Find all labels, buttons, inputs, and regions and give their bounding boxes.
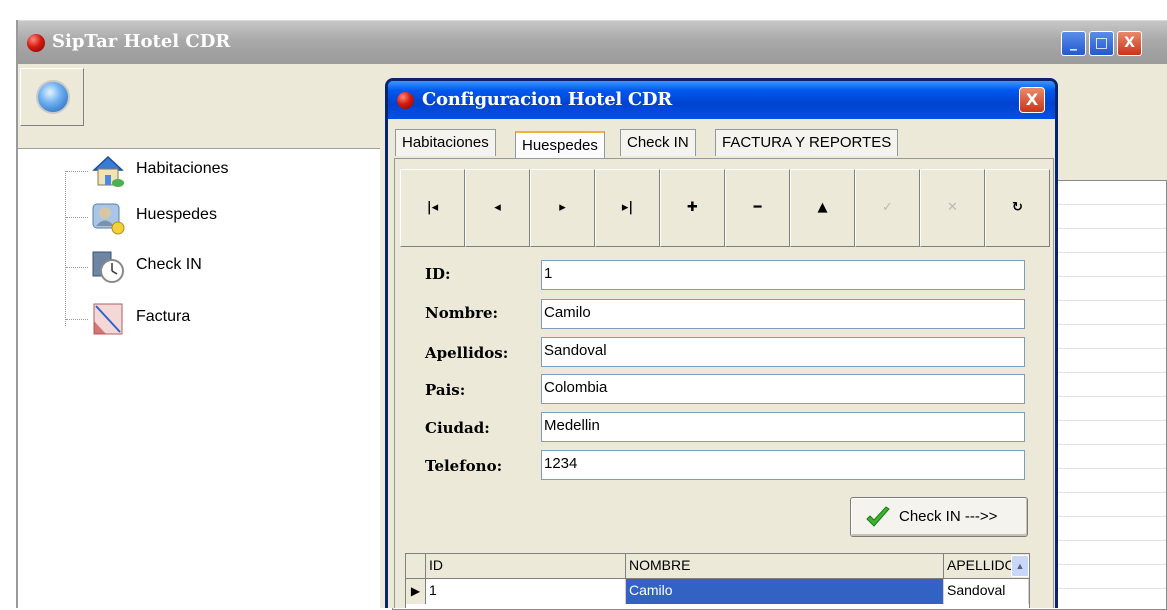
scroll-up-button[interactable]: ▲ (1011, 555, 1029, 577)
close-button[interactable]: X (1117, 31, 1142, 56)
tree-item-habitaciones[interactable]: Habitaciones (66, 151, 366, 191)
configuracion-dialog: Configuracion Hotel CDR X Habitaciones H… (385, 78, 1058, 608)
pais-field[interactable]: Colombia (541, 374, 1025, 404)
next-record-button[interactable]: ▸ (530, 169, 595, 247)
app-icon (27, 34, 45, 52)
insert-record-button[interactable]: ✚ (660, 169, 725, 247)
check-in-button-label: Check IN --->> (899, 508, 998, 525)
ciudad-field[interactable]: Medellin (541, 412, 1025, 442)
house-icon (92, 155, 124, 187)
tree-item-label: Check IN (136, 256, 202, 273)
tree-item-label: Huespedes (136, 206, 217, 223)
apellidos-label: Apellidos: (425, 344, 509, 362)
cancel-record-button[interactable]: ✕ (920, 169, 985, 247)
grid-cell-nombre[interactable]: Camilo (626, 579, 944, 604)
nombre-field[interactable]: Camilo (541, 299, 1025, 329)
checkmark-icon (866, 506, 890, 527)
id-label: ID: (425, 265, 451, 283)
id-field[interactable]: 1 (541, 260, 1025, 290)
dialog-close-button[interactable]: X (1019, 87, 1045, 113)
tab-habitaciones[interactable]: Habitaciones (395, 129, 496, 156)
tree-item-huespedes[interactable]: Huespedes (66, 197, 366, 237)
post-record-button[interactable]: ✓ (855, 169, 920, 247)
refresh-button[interactable]: ↻ (985, 169, 1050, 247)
telefono-field[interactable]: 1234 (541, 450, 1025, 480)
delete-record-button[interactable]: ━ (725, 169, 790, 247)
tab-huespedes[interactable]: Huespedes (515, 131, 605, 159)
tree-item-label: Factura (136, 308, 191, 325)
dialog-app-icon (397, 92, 414, 109)
check-in-button[interactable]: Check IN --->> (850, 497, 1028, 537)
tree-item-label: Habitaciones (136, 160, 229, 177)
telefono-label: Telefono: (425, 457, 503, 475)
huespedes-tab-page: |◂ ◂ ▸ ▸| ✚ ━ ▲ ✓ ✕ ↻ ID: 1 Nombre: Cami… (394, 158, 1054, 608)
db-navigator: |◂ ◂ ▸ ▸| ✚ ━ ▲ ✓ ✕ ↻ (400, 169, 1050, 247)
grid-cell-id[interactable]: 1 (426, 579, 626, 604)
huespedes-grid[interactable]: ID NOMBRE APELLIDO ▲ ▶ 1 Camilo Sandoval (405, 553, 1030, 608)
last-record-button[interactable]: ▸| (595, 169, 660, 247)
prior-record-button[interactable]: ◂ (465, 169, 530, 247)
minimize-button[interactable]: _ (1061, 31, 1086, 56)
navigation-tree: Habitaciones Huespedes Check IN Factura (18, 148, 380, 608)
tree-item-check-in[interactable]: Check IN (66, 247, 366, 287)
first-record-button[interactable]: |◂ (400, 169, 465, 247)
ciudad-label: Ciudad: (425, 419, 490, 437)
maximize-button[interactable]: □ (1089, 31, 1114, 56)
grid-cell-apellido[interactable]: Sandoval (944, 579, 1029, 604)
globe-button[interactable] (20, 68, 84, 126)
dialog-title: Configuracion Hotel CDR (422, 89, 672, 110)
globe-icon (36, 80, 70, 114)
column-header-id[interactable]: ID (426, 554, 626, 579)
stopwatch-icon (92, 251, 124, 283)
apellidos-field[interactable]: Sandoval (541, 337, 1025, 367)
main-window-title: SipTar Hotel CDR (52, 31, 231, 52)
pais-label: Pais: (425, 381, 466, 399)
invoice-icon (93, 303, 123, 335)
column-header-nombre[interactable]: NOMBRE (626, 554, 944, 579)
guest-icon (92, 203, 125, 235)
current-row-indicator: ▶ (406, 579, 426, 604)
tree-item-factura[interactable]: Factura (66, 299, 366, 339)
tab-check-in[interactable]: Check IN (620, 129, 696, 156)
tab-factura-y-reportes[interactable]: FACTURA Y REPORTES (715, 129, 899, 156)
edit-record-button[interactable]: ▲ (790, 169, 855, 247)
main-title-bar[interactable]: SipTar Hotel CDR _ □ X (16, 20, 1167, 64)
dialog-title-bar[interactable]: Configuracion Hotel CDR X (388, 81, 1055, 119)
nombre-label: Nombre: (425, 304, 499, 322)
